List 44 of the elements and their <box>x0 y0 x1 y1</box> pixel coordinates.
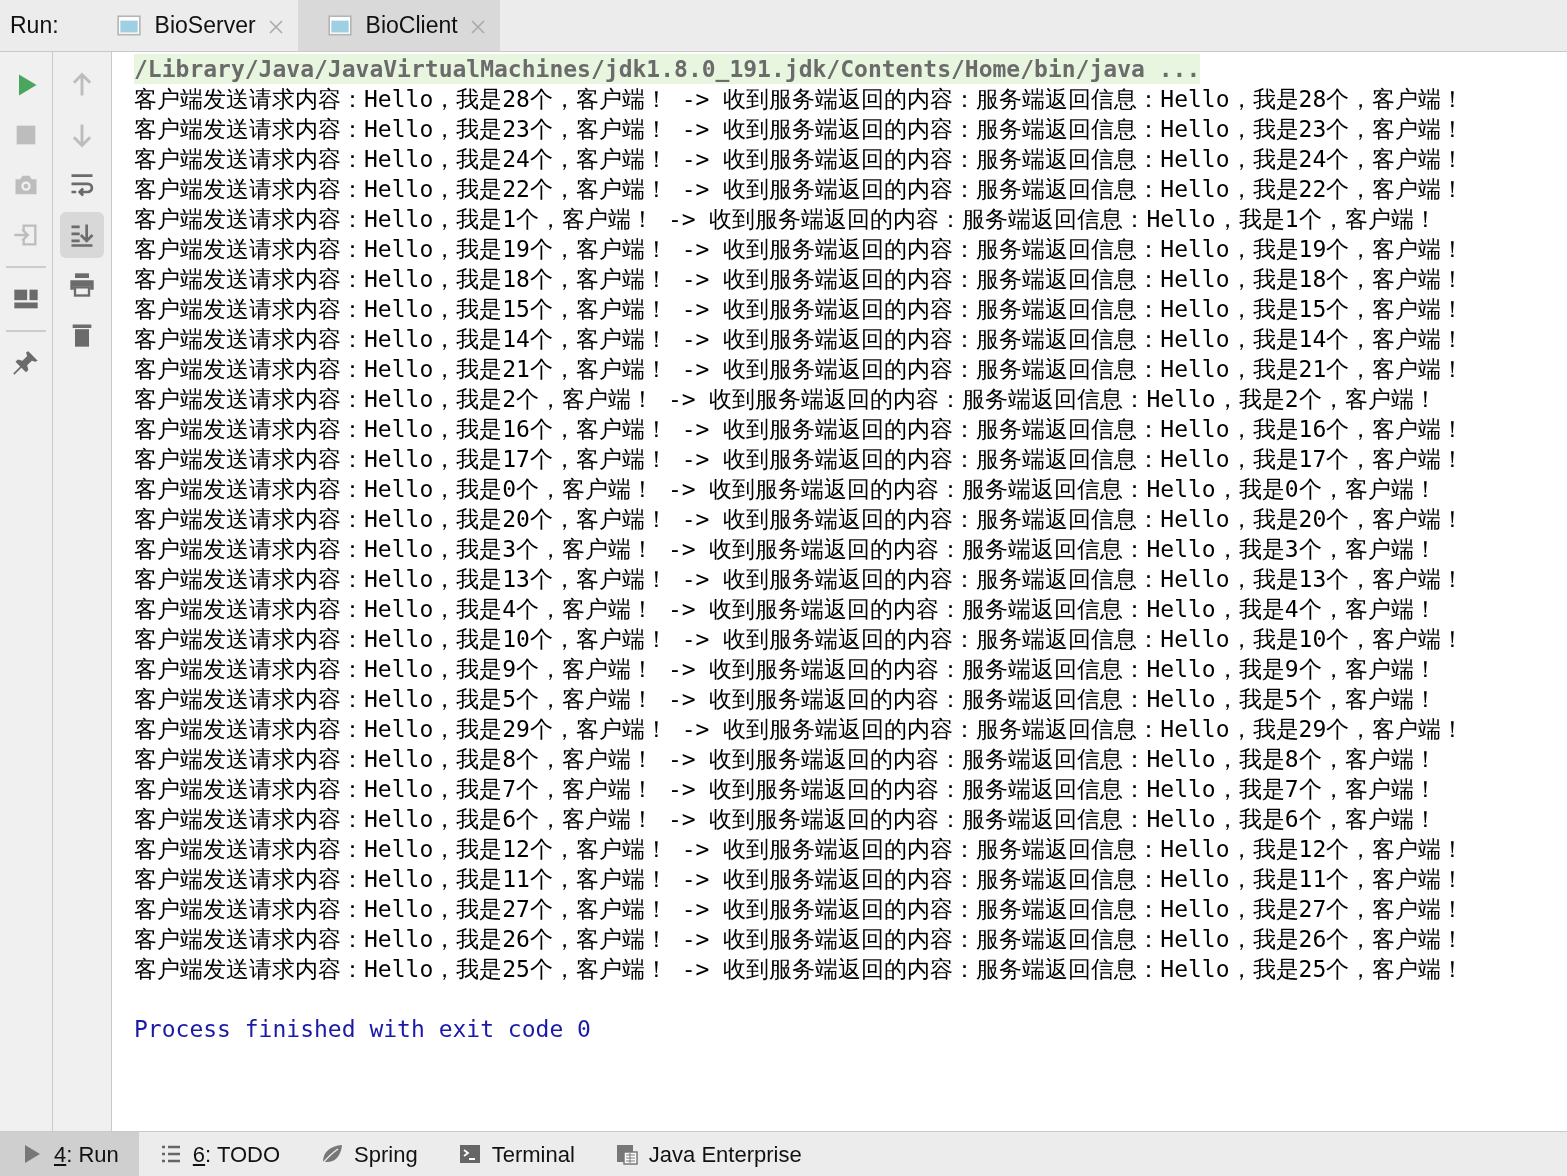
tool-window-tab[interactable]: Java Enterprise <box>594 1132 822 1176</box>
console-line: 客户端发送请求内容：Hello，我是2个，客户端！ -> 收到服务端返回的内容：服务端返回信息：Hello，我是2个，客户端！ <box>134 385 1438 414</box>
console-line: 客户端发送请求内容：Hello，我是13个，客户端！ -> 收到服务端返回的内容：服务端返回信息：Hello，我是13个，客户端！ <box>134 565 1466 594</box>
exit-message: Process finished with exit code 0 <box>134 1015 591 1044</box>
console-line: 客户端发送请求内容：Hello，我是10个，客户端！ -> 收到服务端返回的内容：服务端返回信息：Hello，我是10个，客户端！ <box>134 625 1466 654</box>
scroll-to-end-button[interactable] <box>60 212 104 258</box>
run-tab[interactable]: BioClient <box>297 0 500 51</box>
console-line: 客户端发送请求内容：Hello，我是14个，客户端！ -> 收到服务端返回的内容：服务端返回信息：Hello，我是14个，客户端！ <box>134 325 1466 354</box>
console-line: 客户端发送请求内容：Hello，我是27个，客户端！ -> 收到服务端返回的内容：服务端返回信息：Hello，我是27个，客户端！ <box>134 895 1466 924</box>
console-line: 客户端发送请求内容：Hello，我是3个，客户端！ -> 收到服务端返回的内容：服务端返回信息：Hello，我是3个，客户端！ <box>134 535 1438 564</box>
console-line: 客户端发送请求内容：Hello，我是16个，客户端！ -> 收到服务端返回的内容：服务端返回信息：Hello，我是16个，客户端！ <box>134 415 1466 444</box>
console-line: 客户端发送请求内容：Hello，我是6个，客户端！ -> 收到服务端返回的内容：服务端返回信息：Hello，我是6个，客户端！ <box>134 805 1438 834</box>
terminal-icon <box>457 1142 482 1166</box>
console-line: 客户端发送请求内容：Hello，我是26个，客户端！ -> 收到服务端返回的内容：服务端返回信息：Hello，我是26个，客户端！ <box>134 925 1466 954</box>
print-icon <box>68 271 96 299</box>
run-label: Run: <box>9 11 60 41</box>
console-line: 客户端发送请求内容：Hello，我是19个，客户端！ -> 收到服务端返回的内容：服务端返回信息：Hello，我是19个，客户端！ <box>134 235 1466 264</box>
console-line: 客户端发送请求内容：Hello，我是0个，客户端！ -> 收到服务端返回的内容：服务端返回信息：Hello，我是0个，客户端！ <box>134 475 1438 504</box>
run-tab[interactable]: BioServer <box>86 0 298 51</box>
tool-window-tab[interactable]: Spring <box>300 1132 438 1176</box>
console-line: 客户端发送请求内容：Hello，我是28个，客户端！ -> 收到服务端返回的内容：服务端返回信息：Hello，我是28个，客户端！ <box>134 85 1466 114</box>
java-enterprise-icon <box>614 1142 639 1166</box>
console-line: 客户端发送请求内容：Hello，我是7个，客户端！ -> 收到服务端返回的内容：服务端返回信息：Hello，我是7个，客户端！ <box>134 775 1438 804</box>
console-line: 客户端发送请求内容：Hello，我是22个，客户端！ -> 收到服务端返回的内容：服务端返回信息：Hello，我是22个，客户端！ <box>134 175 1466 204</box>
console-line: 客户端发送请求内容：Hello，我是17个，客户端！ -> 收到服务端返回的内容：服务端返回信息：Hello，我是17个，客户端！ <box>134 445 1466 474</box>
console-line: 客户端发送请求内容：Hello，我是8个，客户端！ -> 收到服务端返回的内容：服务端返回信息：Hello，我是8个，客户端！ <box>134 745 1438 774</box>
console-line: 客户端发送请求内容：Hello，我是9个，客户端！ -> 收到服务端返回的内容：服务端返回信息：Hello，我是9个，客户端！ <box>134 655 1438 684</box>
pin-icon <box>12 349 40 377</box>
console-line: 客户端发送请求内容：Hello，我是29个，客户端！ -> 收到服务端返回的内容：服务端返回信息：Hello，我是29个，客户端！ <box>134 715 1466 744</box>
console-line: 客户端发送请求内容：Hello，我是12个，客户端！ -> 收到服务端返回的内容：服务端返回信息：Hello，我是12个，客户端！ <box>134 835 1466 864</box>
console-line: 客户端发送请求内容：Hello，我是24个，客户端！ -> 收到服务端返回的内容：服务端返回信息：Hello，我是24个，客户端！ <box>134 145 1466 174</box>
console-line: 客户端发送请求内容：Hello，我是5个，客户端！ -> 收到服务端返回的内容：服务端返回信息：Hello，我是5个，客户端！ <box>134 685 1438 714</box>
console-line: 客户端发送请求内容：Hello，我是25个，客户端！ -> 收到服务端返回的内容：服务端返回信息：Hello，我是25个，客户端！ <box>134 955 1466 984</box>
console-line: 客户端发送请求内容：Hello，我是23个，客户端！ -> 收到服务端返回的内容：服务端返回信息：Hello，我是23个，客户端！ <box>134 115 1466 144</box>
console-line: 客户端发送请求内容：Hello，我是4个，客户端！ -> 收到服务端返回的内容：服务端返回信息：Hello，我是4个，客户端！ <box>134 595 1438 624</box>
console-line: 客户端发送请求内容：Hello，我是1个，客户端！ -> 收到服务端返回的内容：服务端返回信息：Hello，我是1个，客户端！ <box>134 205 1438 234</box>
console-line: 客户端发送请求内容：Hello，我是21个，客户端！ -> 收到服务端返回的内容：服务端返回信息：Hello，我是21个，客户端！ <box>134 355 1466 384</box>
console-line: 客户端发送请求内容：Hello，我是11个，客户端！ -> 收到服务端返回的内容：服务端返回信息：Hello，我是11个，客户端！ <box>134 865 1466 894</box>
console-line: 客户端发送请求内容：Hello，我是18个，客户端！ -> 收到服务端返回的内容：服务端返回信息：Hello，我是18个，客户端！ <box>134 265 1466 294</box>
console-line: 客户端发送请求内容：Hello，我是20个，客户端！ -> 收到服务端返回的内容：服务端返回信息：Hello，我是20个，客户端！ <box>134 505 1466 534</box>
tool-window-tab[interactable]: Terminal <box>437 1132 595 1176</box>
tool-window-tab[interactable]: 6: TODO <box>138 1132 301 1176</box>
console-line: 客户端发送请求内容：Hello，我是15个，客户端！ -> 收到服务端返回的内容：服务端返回信息：Hello，我是15个，客户端！ <box>134 295 1466 324</box>
tool-window-tab[interactable]: 4: Run <box>0 1132 139 1176</box>
